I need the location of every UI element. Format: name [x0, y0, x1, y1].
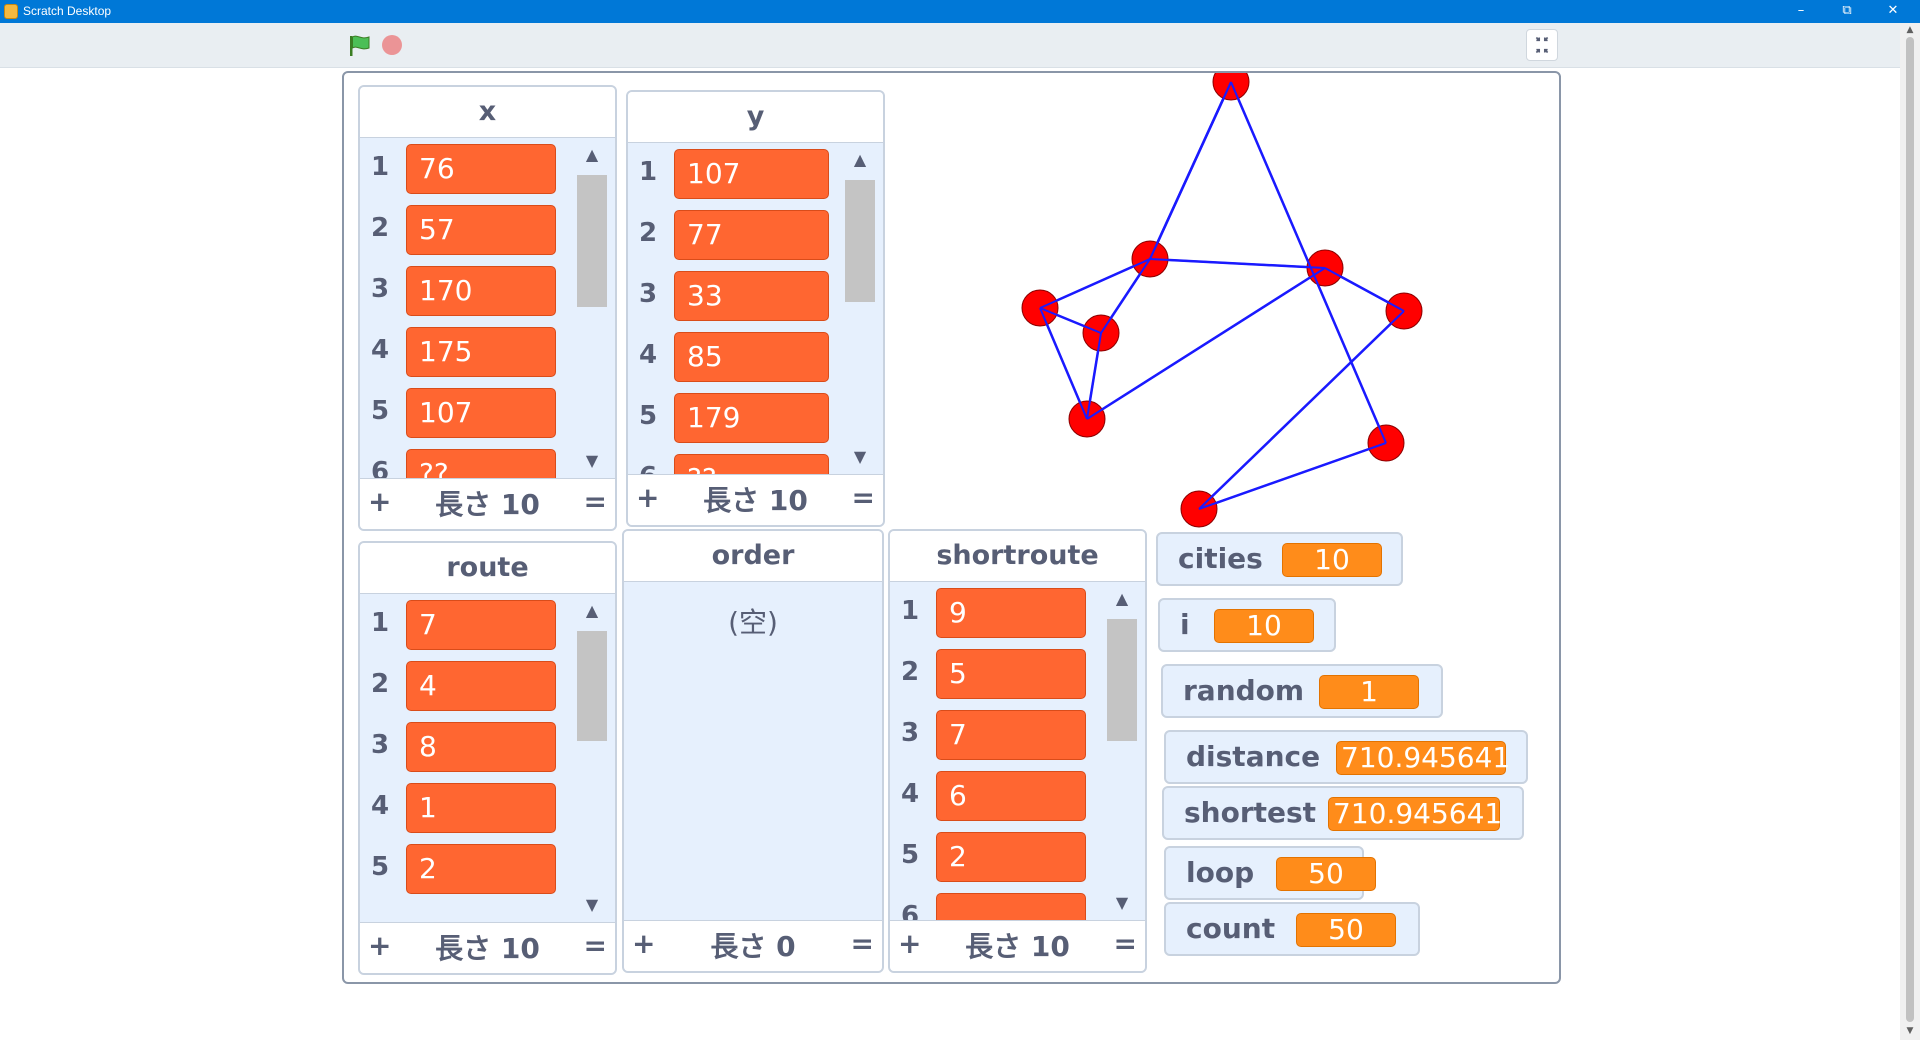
list-length: 長さ 10 — [965, 930, 1070, 963]
scroll-down-icon[interactable]: ▼ — [1900, 1026, 1920, 1036]
list-monitor-shortroute: shortroute 19 25 37 46 52 6 ▲ ▼ + 長さ 10 … — [888, 529, 1147, 973]
list-items: 1 76 2 57 3 170 4 175 5 107 6?? ▲ ▼ — [360, 137, 615, 479]
route-edge — [1149, 81, 1232, 260]
scroll-down-icon[interactable]: ▼ — [1105, 893, 1139, 913]
variable-monitor-shortest: shortest 710.945641 — [1162, 786, 1524, 840]
list-items: 17 24 38 41 52 ▲ ▼ — [360, 593, 615, 923]
scrollbar-thumb[interactable] — [1906, 37, 1914, 1022]
list-length: 長さ 10 — [435, 488, 540, 521]
list-monitor-y: y 1107 277 333 485 5179 6?? ▲ ▼ + 長さ 10 … — [626, 90, 885, 527]
variable-label: loop — [1186, 856, 1255, 889]
list-scrollbar[interactable]: ▲ ▼ — [575, 601, 609, 915]
variable-value: 10 — [1282, 543, 1382, 577]
list-monitor-order: order (空) + 長さ 0 = — [622, 529, 884, 973]
exit-fullscreen-icon[interactable] — [1526, 29, 1558, 61]
list-footer: + 長さ 10 = — [360, 478, 615, 529]
scroll-up-icon[interactable]: ▲ — [843, 150, 877, 170]
resize-handle[interactable]: = — [584, 923, 607, 969]
list-monitor-route: route 17 24 38 41 52 ▲ ▼ + 長さ 10 = — [358, 541, 617, 975]
list-scroll-thumb[interactable] — [577, 175, 607, 307]
stage-toolbar — [0, 23, 1920, 68]
variable-value: 50 — [1276, 857, 1376, 891]
scroll-up-icon[interactable]: ▲ — [1105, 589, 1139, 609]
variable-value: 710.945641 — [1328, 797, 1502, 831]
stop-icon[interactable] — [382, 35, 402, 55]
green-flag-icon[interactable] — [347, 33, 373, 59]
close-icon[interactable]: ✕ — [1870, 0, 1916, 23]
list-title: shortroute — [890, 531, 1145, 582]
variable-value: 710.945641 — [1336, 741, 1510, 775]
scroll-up-icon[interactable]: ▲ — [1900, 25, 1920, 35]
list-items: (空) — [624, 581, 882, 921]
list-scrollbar[interactable]: ▲ ▼ — [575, 145, 609, 471]
scratch-app-icon — [4, 4, 18, 19]
variable-label: count — [1186, 912, 1276, 945]
list-footer: + 長さ 0 = — [624, 920, 882, 971]
list-title: order — [624, 531, 882, 582]
list-scrollbar[interactable]: ▲ ▼ — [1105, 589, 1139, 913]
variable-value: 50 — [1296, 913, 1396, 947]
variable-label: i — [1180, 608, 1190, 641]
variable-value: 1 — [1319, 675, 1419, 709]
list-footer: + 長さ 10 = — [360, 922, 615, 973]
window-scrollbar[interactable]: ▲ ▼ — [1900, 23, 1920, 1040]
resize-handle[interactable]: = — [852, 475, 875, 521]
route-edge — [1149, 258, 1326, 269]
scroll-up-icon[interactable]: ▲ — [575, 601, 609, 621]
list-scroll-thumb[interactable] — [1107, 619, 1137, 741]
route-edge — [1324, 267, 1405, 312]
variable-monitor-i: i 10 — [1158, 598, 1336, 652]
route-edge — [1086, 267, 1326, 420]
route-edge — [1198, 310, 1405, 510]
variable-label: random — [1183, 674, 1305, 707]
list-items: 1107 277 333 485 5179 6?? ▲ ▼ — [628, 142, 883, 475]
variable-label: shortest — [1184, 796, 1317, 829]
list-length: 長さ 10 — [703, 484, 808, 517]
variable-monitor-distance: distance 710.945641 — [1164, 730, 1528, 784]
list-length: 長さ 0 — [710, 930, 796, 963]
resize-handle[interactable]: = — [1114, 921, 1137, 967]
variable-monitor-cities: cities 10 — [1156, 532, 1403, 586]
list-scroll-thumb[interactable] — [577, 631, 607, 741]
list-length: 長さ 10 — [435, 932, 540, 965]
stage[interactable]: x 1 76 2 57 3 170 4 175 5 107 6?? ▲ ▼ + 長さ 10… — [342, 71, 1561, 984]
list-title: x — [360, 87, 615, 138]
list-title: y — [628, 92, 883, 143]
scroll-up-icon[interactable]: ▲ — [575, 145, 609, 165]
list-footer: + 長さ 10 = — [628, 474, 883, 525]
scroll-down-icon[interactable]: ▼ — [575, 451, 609, 471]
variable-monitor-random: random 1 — [1161, 664, 1443, 718]
resize-handle[interactable]: = — [851, 921, 874, 967]
variable-label: distance — [1186, 740, 1321, 773]
list-scroll-thumb[interactable] — [845, 180, 875, 302]
list-scrollbar[interactable]: ▲ ▼ — [843, 150, 877, 467]
scroll-down-icon[interactable]: ▼ — [575, 895, 609, 915]
city-node — [1212, 73, 1250, 101]
variable-monitor-count: count 50 — [1164, 902, 1420, 956]
route-edge — [1198, 442, 1387, 510]
list-footer: + 長さ 10 = — [890, 920, 1145, 971]
restore-icon[interactable]: ⧉ — [1824, 0, 1870, 23]
title-bar: Scratch Desktop – ⧉ ✕ — [0, 0, 1920, 23]
window-title: Scratch Desktop — [23, 4, 112, 18]
variable-label: cities — [1178, 542, 1263, 575]
variable-monitor-loop: loop 50 — [1164, 846, 1376, 900]
scroll-down-icon[interactable]: ▼ — [843, 447, 877, 467]
empty-list-label: (空) — [728, 606, 778, 639]
route-edge — [1230, 81, 1387, 444]
list-items: 19 25 37 46 52 6 ▲ ▼ — [890, 581, 1145, 921]
list-title: route — [360, 543, 615, 594]
minimize-icon[interactable]: – — [1778, 0, 1824, 23]
list-monitor-x: x 1 76 2 57 3 170 4 175 5 107 6?? ▲ ▼ + 長さ 10… — [358, 85, 617, 531]
resize-handle[interactable]: = — [584, 479, 607, 525]
variable-value: 10 — [1214, 609, 1314, 643]
